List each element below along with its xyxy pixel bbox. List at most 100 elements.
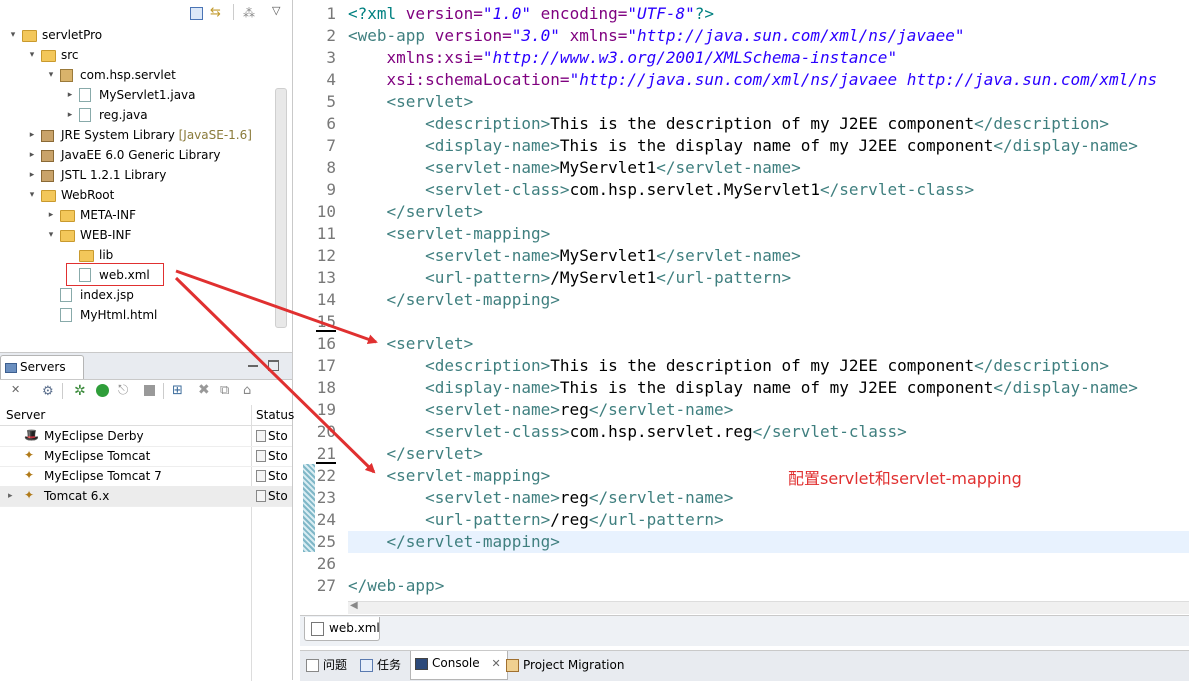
- code-line[interactable]: </servlet-mapping>: [348, 289, 560, 311]
- annotation-text: 配置servlet和servlet-mapping: [788, 469, 1022, 488]
- code-token: com.hsp.servlet.MyServlet1: [569, 180, 821, 199]
- code-token: version=: [434, 26, 512, 45]
- code-token: com.hsp.servlet.reg: [569, 422, 753, 441]
- code-token: <servlet-name>: [348, 246, 560, 265]
- code-line[interactable]: <servlet-mapping>: [348, 223, 551, 245]
- code-token: </servlet-class>: [752, 422, 907, 441]
- code-line[interactable]: <description>This is the description of …: [348, 355, 1109, 377]
- code-line[interactable]: <description>This is the description of …: [348, 113, 1109, 135]
- code-token: MyServlet1: [559, 246, 657, 265]
- problems-tab-label: 问题: [323, 658, 348, 672]
- code-token: "http://java.sun.com/xml/ns/javaee http:…: [569, 70, 1158, 89]
- code-token: <display-name>: [348, 378, 560, 397]
- code-token: This is the display name of my J2EE comp…: [559, 378, 994, 397]
- code-token: <description>: [348, 356, 551, 375]
- code-token: </display-name>: [993, 136, 1138, 155]
- code-token: xsi:schemaLocation=: [348, 70, 570, 89]
- code-line[interactable]: xsi:schemaLocation="http://java.sun.com/…: [348, 69, 1158, 91]
- code-line[interactable]: </servlet>: [348, 443, 483, 465]
- code-token: /MyServlet1: [550, 268, 657, 287]
- code-line[interactable]: <servlet-name>reg</servlet-name>: [348, 399, 733, 421]
- code-token: ?>: [694, 4, 715, 23]
- scroll-left-icon[interactable]: ◀: [350, 600, 358, 611]
- code-line[interactable]: <servlet>: [348, 333, 474, 355]
- code-token: <display-name>: [348, 136, 560, 155]
- code-token: reg: [559, 400, 589, 419]
- code-line[interactable]: <url-pattern>/reg</url-pattern>: [348, 509, 724, 531]
- code-token: /reg: [550, 510, 589, 529]
- code-token: </servlet-mapping>: [348, 532, 560, 551]
- code-token: <servlet-class>: [348, 422, 570, 441]
- code-token: </display-name>: [993, 378, 1138, 397]
- code-token: </servlet-name>: [588, 488, 734, 507]
- xml-file-icon: [311, 622, 324, 636]
- code-token: </servlet-name>: [588, 400, 734, 419]
- code-token: "http://www.w3.org/2001/XMLSchema-instan…: [482, 48, 898, 67]
- code-token: MyServlet1: [559, 158, 657, 177]
- code-token: xmlns=: [559, 26, 628, 45]
- code-token: This is the description of my J2EE compo…: [550, 356, 975, 375]
- code-token: version=: [405, 4, 483, 23]
- code-line[interactable]: </web-app>: [348, 575, 444, 597]
- console-tab-label: Console: [432, 656, 480, 670]
- tab-tasks[interactable]: 任务: [360, 653, 401, 679]
- close-icon[interactable]: ✕: [491, 657, 500, 670]
- code-token: <url-pattern>: [348, 510, 551, 529]
- code-line[interactable]: <servlet-name>MyServlet1</servlet-name>: [348, 157, 801, 179]
- code-token: reg: [559, 488, 589, 507]
- migration-tab-label: Project Migration: [523, 658, 625, 672]
- code-token: encoding=: [531, 4, 628, 23]
- code-token: <servlet-mapping>: [348, 224, 551, 243]
- code-line[interactable]: <web-app version="3.0" xmlns="http://jav…: [348, 25, 965, 47]
- code-line[interactable]: xmlns:xsi="http://www.w3.org/2001/XMLSch…: [348, 47, 898, 69]
- code-token: <servlet-class>: [348, 180, 570, 199]
- tab-problems[interactable]: 问题: [306, 653, 347, 679]
- code-line[interactable]: <servlet-name>MyServlet1</servlet-name>: [348, 245, 801, 267]
- code-token: </servlet>: [348, 444, 483, 463]
- code-line[interactable]: <servlet-class>com.hsp.servlet.reg</serv…: [348, 421, 907, 443]
- problems-icon: [306, 659, 319, 672]
- code-line[interactable]: <servlet>: [348, 91, 474, 113]
- tab-console[interactable]: Console ✕: [410, 651, 508, 680]
- code-token: </web-app>: [348, 576, 445, 595]
- console-icon: [415, 657, 428, 670]
- code-token: This is the description of my J2EE compo…: [550, 114, 975, 133]
- editor-tabbar: [300, 615, 1189, 646]
- code-line[interactable]: </servlet>: [348, 201, 483, 223]
- code-token: </url-pattern>: [656, 268, 792, 287]
- tab-project-migration[interactable]: Project Migration: [506, 653, 624, 679]
- code-line[interactable]: </servlet-mapping>: [348, 531, 560, 553]
- code-token: </servlet-mapping>: [348, 290, 560, 309]
- code-token: </servlet-class>: [820, 180, 975, 199]
- tasks-tab-label: 任务: [377, 658, 402, 672]
- code-token: <servlet>: [348, 334, 474, 353]
- code-token: </servlet-name>: [656, 158, 801, 177]
- code-token: <description>: [348, 114, 551, 133]
- code-text[interactable]: <?xml version="1.0" encoding="UTF-8"?> <w…: [0, 0, 1189, 600]
- code-token: xmlns:xsi=: [348, 48, 483, 67]
- code-token: "3.0": [511, 26, 560, 45]
- code-token: </servlet>: [348, 202, 483, 221]
- code-line[interactable]: <?xml version="1.0" encoding="UTF-8"?>: [348, 3, 714, 25]
- code-line[interactable]: <display-name>This is the display name o…: [348, 377, 1138, 399]
- editor-tab-label: web.xml: [329, 621, 380, 635]
- code-token: <url-pattern>: [348, 268, 551, 287]
- code-token: </url-pattern>: [588, 510, 724, 529]
- code-line[interactable]: <servlet-class>com.hsp.servlet.MyServlet…: [348, 179, 974, 201]
- code-token: <servlet-name>: [348, 400, 560, 419]
- code-token: "1.0": [482, 4, 532, 23]
- code-token: <servlet-mapping>: [348, 466, 551, 485]
- code-token: <web-app: [348, 26, 435, 45]
- code-token: <servlet-name>: [348, 158, 560, 177]
- code-token: This is the display name of my J2EE comp…: [559, 136, 994, 155]
- tab-web-xml[interactable]: web.xml: [304, 617, 380, 641]
- code-line[interactable]: <url-pattern>/MyServlet1</url-pattern>: [348, 267, 791, 289]
- code-token: </description>: [974, 356, 1109, 375]
- code-line[interactable]: <display-name>This is the display name o…: [348, 135, 1138, 157]
- editor-horizontal-scrollbar[interactable]: ◀: [348, 600, 1189, 614]
- code-token: "http://java.sun.com/xml/ns/javaee": [627, 26, 965, 45]
- code-line[interactable]: <servlet-name>reg</servlet-name>: [348, 487, 733, 509]
- code-token: <servlet>: [348, 92, 474, 111]
- code-token: <?xml: [348, 4, 406, 23]
- code-line[interactable]: <servlet-mapping>: [348, 465, 551, 487]
